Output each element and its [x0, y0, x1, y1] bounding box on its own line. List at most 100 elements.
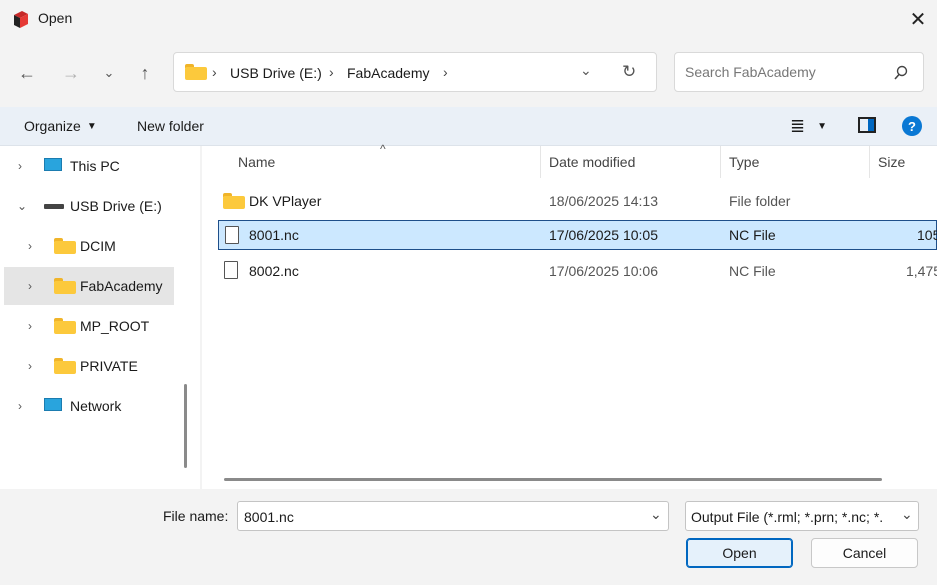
search-icon[interactable]: [893, 65, 909, 81]
file-name: 8002.nc: [249, 263, 299, 279]
column-divider[interactable]: [869, 146, 870, 178]
chevron-right-icon[interactable]: ›: [28, 239, 32, 253]
address-bar[interactable]: › USB Drive (E:) › FabAcademy › ⌄ ↻: [173, 52, 657, 92]
folder-icon: [54, 358, 76, 374]
tree-item-label: MP_ROOT: [80, 318, 150, 334]
address-dropdown-icon[interactable]: ⌄: [580, 62, 592, 79]
column-divider[interactable]: [540, 146, 541, 178]
folder-icon: [54, 278, 76, 294]
file-list: ^ Name Date modified Type Size DK VPlaye…: [202, 142, 937, 489]
file-type-filter[interactable]: Output File (*.rml; *.prn; *.nc; *. ⌄: [685, 501, 919, 531]
file-name: 8001.nc: [249, 227, 299, 243]
tree-item-usb-drive[interactable]: ⌄ USB Drive (E:): [4, 187, 174, 225]
file-type: NC File: [729, 263, 776, 279]
title-bar: Open ✕: [0, 0, 937, 38]
back-button[interactable]: ←: [13, 59, 41, 87]
command-bar: Organize ▼ New folder ≣ ▼ ?: [0, 107, 937, 146]
breadcrumb-fabacademy[interactable]: FabAcademy: [347, 65, 429, 81]
file-row-selected[interactable]: 8001.nc 17/06/2025 10:05 NC File 105: [218, 220, 937, 250]
organize-label: Organize: [24, 118, 81, 134]
help-icon[interactable]: ?: [902, 116, 922, 136]
tree-item-this-pc[interactable]: › This PC: [4, 147, 174, 185]
sort-ascending-icon: ^: [380, 142, 386, 156]
file-row[interactable]: DK VPlayer 18/06/2025 14:13 File folder: [218, 186, 937, 216]
network-icon: [44, 398, 62, 411]
tree-item-label: PRIVATE: [80, 358, 138, 374]
column-header-name[interactable]: Name: [238, 154, 275, 170]
refresh-icon[interactable]: ↻: [622, 62, 636, 82]
open-button[interactable]: Open: [686, 538, 793, 568]
list-view-icon: ≣: [790, 116, 806, 136]
tree-item-label: FabAcademy: [80, 278, 163, 294]
chevron-right-icon[interactable]: ›: [28, 359, 32, 373]
file-date: 17/06/2025 10:05: [549, 227, 658, 243]
breadcrumb-usb-drive[interactable]: USB Drive (E:): [230, 65, 322, 81]
column-header-size[interactable]: Size: [878, 154, 905, 170]
horizontal-scrollbar[interactable]: [224, 478, 882, 481]
file-size: 105: [917, 227, 937, 243]
column-header-type[interactable]: Type: [729, 154, 759, 170]
folder-icon: [185, 64, 207, 80]
file-size: 1,475: [906, 263, 937, 279]
chevron-down-icon[interactable]: ⌄: [901, 506, 913, 523]
navigation-pane: › This PC ⌄ USB Drive (E:) › DCIM › FabA…: [0, 146, 200, 489]
window-title: Open: [38, 10, 73, 26]
app-icon: [14, 11, 28, 28]
organize-button[interactable]: Organize ▼: [24, 118, 97, 134]
file-name-value: 8001.nc: [244, 509, 294, 525]
file-type-filter-value: Output File (*.rml; *.prn; *.nc; *.: [691, 509, 884, 525]
tree-item-dcim[interactable]: › DCIM: [4, 227, 174, 265]
file-date: 17/06/2025 10:06: [549, 263, 658, 279]
close-icon: ✕: [909, 8, 927, 31]
tree-item-network[interactable]: › Network: [4, 387, 174, 425]
file-icon: [224, 261, 238, 279]
arrow-up-icon: ↑: [140, 62, 150, 83]
recent-locations-button[interactable]: ⌄: [95, 59, 123, 87]
search-box[interactable]: Search FabAcademy: [674, 52, 924, 92]
chevron-right-icon[interactable]: ›: [28, 279, 32, 293]
tree-item-private[interactable]: › PRIVATE: [4, 347, 174, 385]
caret-down-icon: ▼: [86, 120, 97, 132]
tree-item-mp-root[interactable]: › MP_ROOT: [4, 307, 174, 345]
chevron-right-icon[interactable]: ›: [28, 319, 32, 333]
arrow-right-icon: →: [62, 62, 80, 83]
caret-down-icon: ▼: [817, 121, 827, 132]
view-options-button[interactable]: ≣ ▼: [790, 116, 827, 137]
chevron-right-icon[interactable]: ›: [18, 399, 22, 413]
new-folder-button[interactable]: New folder: [137, 118, 204, 134]
arrow-left-icon: ←: [18, 62, 36, 83]
cancel-button[interactable]: Cancel: [811, 538, 918, 568]
column-header-date[interactable]: Date modified: [549, 154, 635, 170]
chevron-right-icon[interactable]: ›: [18, 159, 22, 173]
close-button[interactable]: ✕: [900, 4, 936, 34]
forward-button[interactable]: →: [57, 59, 85, 87]
chevron-down-icon[interactable]: ⌄: [650, 506, 662, 523]
footer: File name: 8001.nc ⌄ Output File (*.rml;…: [0, 489, 937, 585]
tree-item-fabacademy[interactable]: › FabAcademy: [4, 267, 174, 305]
folder-icon: [223, 193, 245, 209]
search-placeholder: Search FabAcademy: [685, 64, 816, 80]
chevron-down-icon: ⌄: [103, 65, 115, 80]
file-row[interactable]: 8002.nc 17/06/2025 10:06 NC File 1,475: [218, 256, 937, 286]
tree-item-label: DCIM: [80, 238, 116, 254]
chevron-right-icon: ›: [212, 64, 217, 80]
file-name-label: File name:: [163, 508, 229, 524]
preview-pane-icon[interactable]: [858, 117, 876, 133]
nav-scrollbar[interactable]: [184, 384, 187, 468]
file-type: File folder: [729, 193, 791, 209]
column-divider[interactable]: [720, 146, 721, 178]
tree-item-label: USB Drive (E:): [70, 198, 162, 214]
file-date: 18/06/2025 14:13: [549, 193, 658, 209]
folder-icon: [54, 238, 76, 254]
chevron-right-icon: ›: [443, 64, 448, 80]
chevron-down-icon[interactable]: ⌄: [17, 199, 27, 213]
file-name-input[interactable]: 8001.nc ⌄: [237, 501, 669, 531]
file-type: NC File: [729, 227, 776, 243]
file-name: DK VPlayer: [249, 193, 322, 209]
tree-item-label: This PC: [70, 158, 120, 174]
up-button[interactable]: ↑: [131, 59, 159, 87]
usb-drive-icon: [44, 204, 64, 209]
monitor-icon: [44, 158, 62, 171]
chevron-right-icon: ›: [329, 64, 334, 80]
folder-icon: [54, 318, 76, 334]
